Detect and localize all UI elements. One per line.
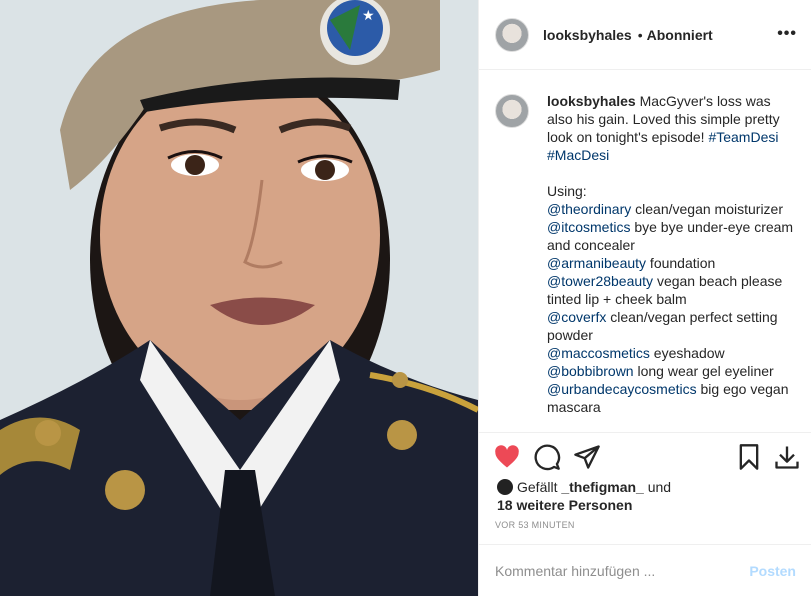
mention-link[interactable]: @armanibeauty bbox=[547, 255, 646, 271]
hashtag-link[interactable]: #MacDesi bbox=[547, 147, 609, 163]
mention-link[interactable]: @tower28beauty bbox=[547, 273, 653, 289]
download-icon[interactable] bbox=[773, 443, 801, 471]
avatar[interactable] bbox=[495, 17, 529, 52]
post-button[interactable]: Posten bbox=[749, 563, 796, 579]
share-icon[interactable] bbox=[573, 443, 601, 471]
comment-input[interactable]: Kommentar hinzufügen ... bbox=[495, 563, 749, 579]
mention-link[interactable]: @coverfx bbox=[547, 309, 606, 325]
product-desc: long wear gel eyeliner bbox=[633, 363, 774, 379]
timestamp[interactable]: VOR 53 MINUTEN bbox=[495, 520, 575, 530]
username-link[interactable]: looksbyhales bbox=[543, 27, 632, 43]
likes-summary: Gefällt _thefigman_ und 18 weitere Perso… bbox=[497, 478, 671, 514]
product-desc: eyeshadow bbox=[649, 345, 725, 361]
post-modal: ★ looksbyhales • Abonniert ••• looksbyha… bbox=[0, 0, 811, 596]
comment-bar: Kommentar hinzufügen ... Posten bbox=[479, 544, 811, 596]
portrait-image: ★ bbox=[0, 0, 478, 596]
heart-filled-icon[interactable] bbox=[493, 443, 521, 471]
mention-link[interactable]: @urbandecaycosmetics bbox=[547, 381, 697, 397]
caption-username[interactable]: looksbyhales bbox=[547, 93, 636, 109]
action-bar bbox=[479, 432, 811, 481]
product-desc: clean/vegan moisturizer bbox=[631, 201, 784, 217]
separator-dot: • bbox=[637, 26, 643, 43]
using-label: Using: bbox=[547, 183, 587, 199]
caption: looksbyhales MacGyver's loss was also hi… bbox=[495, 92, 800, 416]
mention-link[interactable]: @maccosmetics bbox=[547, 345, 650, 361]
bookmark-icon[interactable] bbox=[735, 443, 763, 471]
mention-link[interactable]: @theordinary bbox=[547, 201, 631, 217]
follow-status-button[interactable]: Abonniert bbox=[647, 27, 713, 43]
comment-icon[interactable] bbox=[533, 443, 561, 471]
post-photo[interactable]: ★ bbox=[0, 0, 478, 596]
hashtag-link[interactable]: #TeamDesi bbox=[708, 129, 778, 145]
post-header: looksbyhales • Abonniert ••• bbox=[479, 0, 811, 70]
mention-link[interactable]: @itcosmetics bbox=[547, 219, 630, 235]
product-desc: foundation bbox=[646, 255, 716, 271]
post-side-panel: looksbyhales • Abonniert ••• looksbyhale… bbox=[478, 0, 811, 596]
mention-link[interactable]: @bobbibrown bbox=[547, 363, 634, 379]
liker-avatar[interactable] bbox=[497, 479, 513, 495]
liker-username[interactable]: _thefigman_ bbox=[561, 479, 643, 495]
caption-text: looksbyhales MacGyver's loss was also hi… bbox=[547, 92, 800, 416]
likes-and: und bbox=[643, 479, 672, 495]
caption-avatar[interactable] bbox=[495, 94, 529, 128]
svg-text:★: ★ bbox=[362, 8, 375, 24]
likes-others-link[interactable]: 18 weitere Personen bbox=[497, 497, 632, 513]
likes-prefix: Gefällt bbox=[517, 479, 562, 495]
more-dots-icon[interactable]: ••• bbox=[777, 25, 797, 43]
